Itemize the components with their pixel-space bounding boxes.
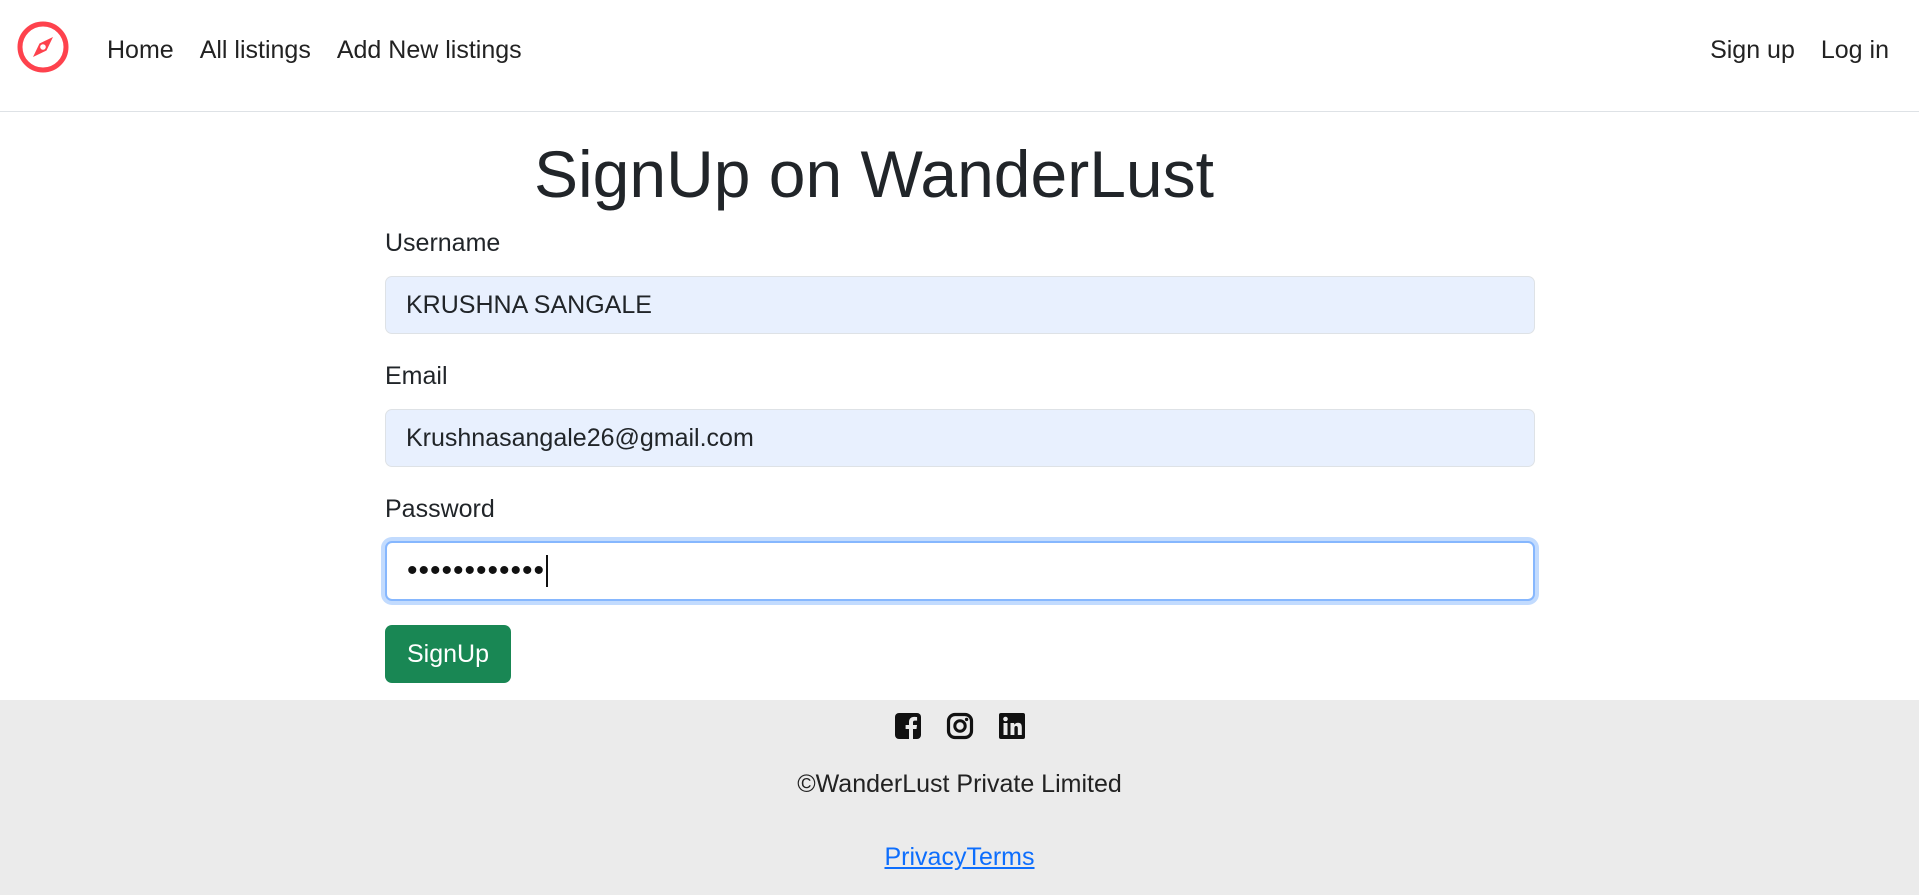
- signup-button[interactable]: SignUp: [385, 625, 511, 683]
- nav-links: Home All listings Add New listings: [107, 0, 522, 100]
- password-value: ••••••••••••: [407, 543, 549, 599]
- navbar: Home All listings Add New listings Sign …: [0, 0, 1919, 112]
- terms-link[interactable]: Terms: [966, 843, 1034, 871]
- instagram-icon[interactable]: [946, 712, 974, 740]
- username-label: Username: [385, 229, 501, 257]
- email-label: Email: [385, 362, 448, 390]
- nav-all-listings-link[interactable]: All listings: [200, 36, 311, 65]
- nav-signup-link[interactable]: Sign up: [1710, 36, 1795, 65]
- nav-home-link[interactable]: Home: [107, 36, 174, 65]
- privacy-link[interactable]: Privacy: [884, 843, 966, 871]
- linkedin-icon[interactable]: [998, 712, 1026, 740]
- text-caret: [546, 555, 549, 587]
- nav-auth-links: Sign up Log in: [1710, 0, 1889, 100]
- copyright-text: ©WanderLust Private Limited: [797, 770, 1122, 798]
- footer-links: PrivacyTerms: [0, 843, 1919, 872]
- social-icons: [0, 712, 1919, 740]
- email-input[interactable]: [385, 409, 1535, 467]
- facebook-icon[interactable]: [894, 712, 922, 740]
- nav-add-listing-link[interactable]: Add New listings: [337, 36, 522, 65]
- footer: ©WanderLust Private Limited PrivacyTerms: [0, 700, 1919, 895]
- password-input[interactable]: ••••••••••••: [385, 541, 1535, 601]
- nav-login-link[interactable]: Log in: [1821, 36, 1889, 65]
- username-input[interactable]: [385, 276, 1535, 334]
- password-mask: ••••••••••••: [407, 554, 546, 587]
- compass-icon[interactable]: [16, 20, 70, 74]
- password-label: Password: [385, 495, 495, 523]
- page-title: SignUp on WanderLust: [534, 137, 1214, 211]
